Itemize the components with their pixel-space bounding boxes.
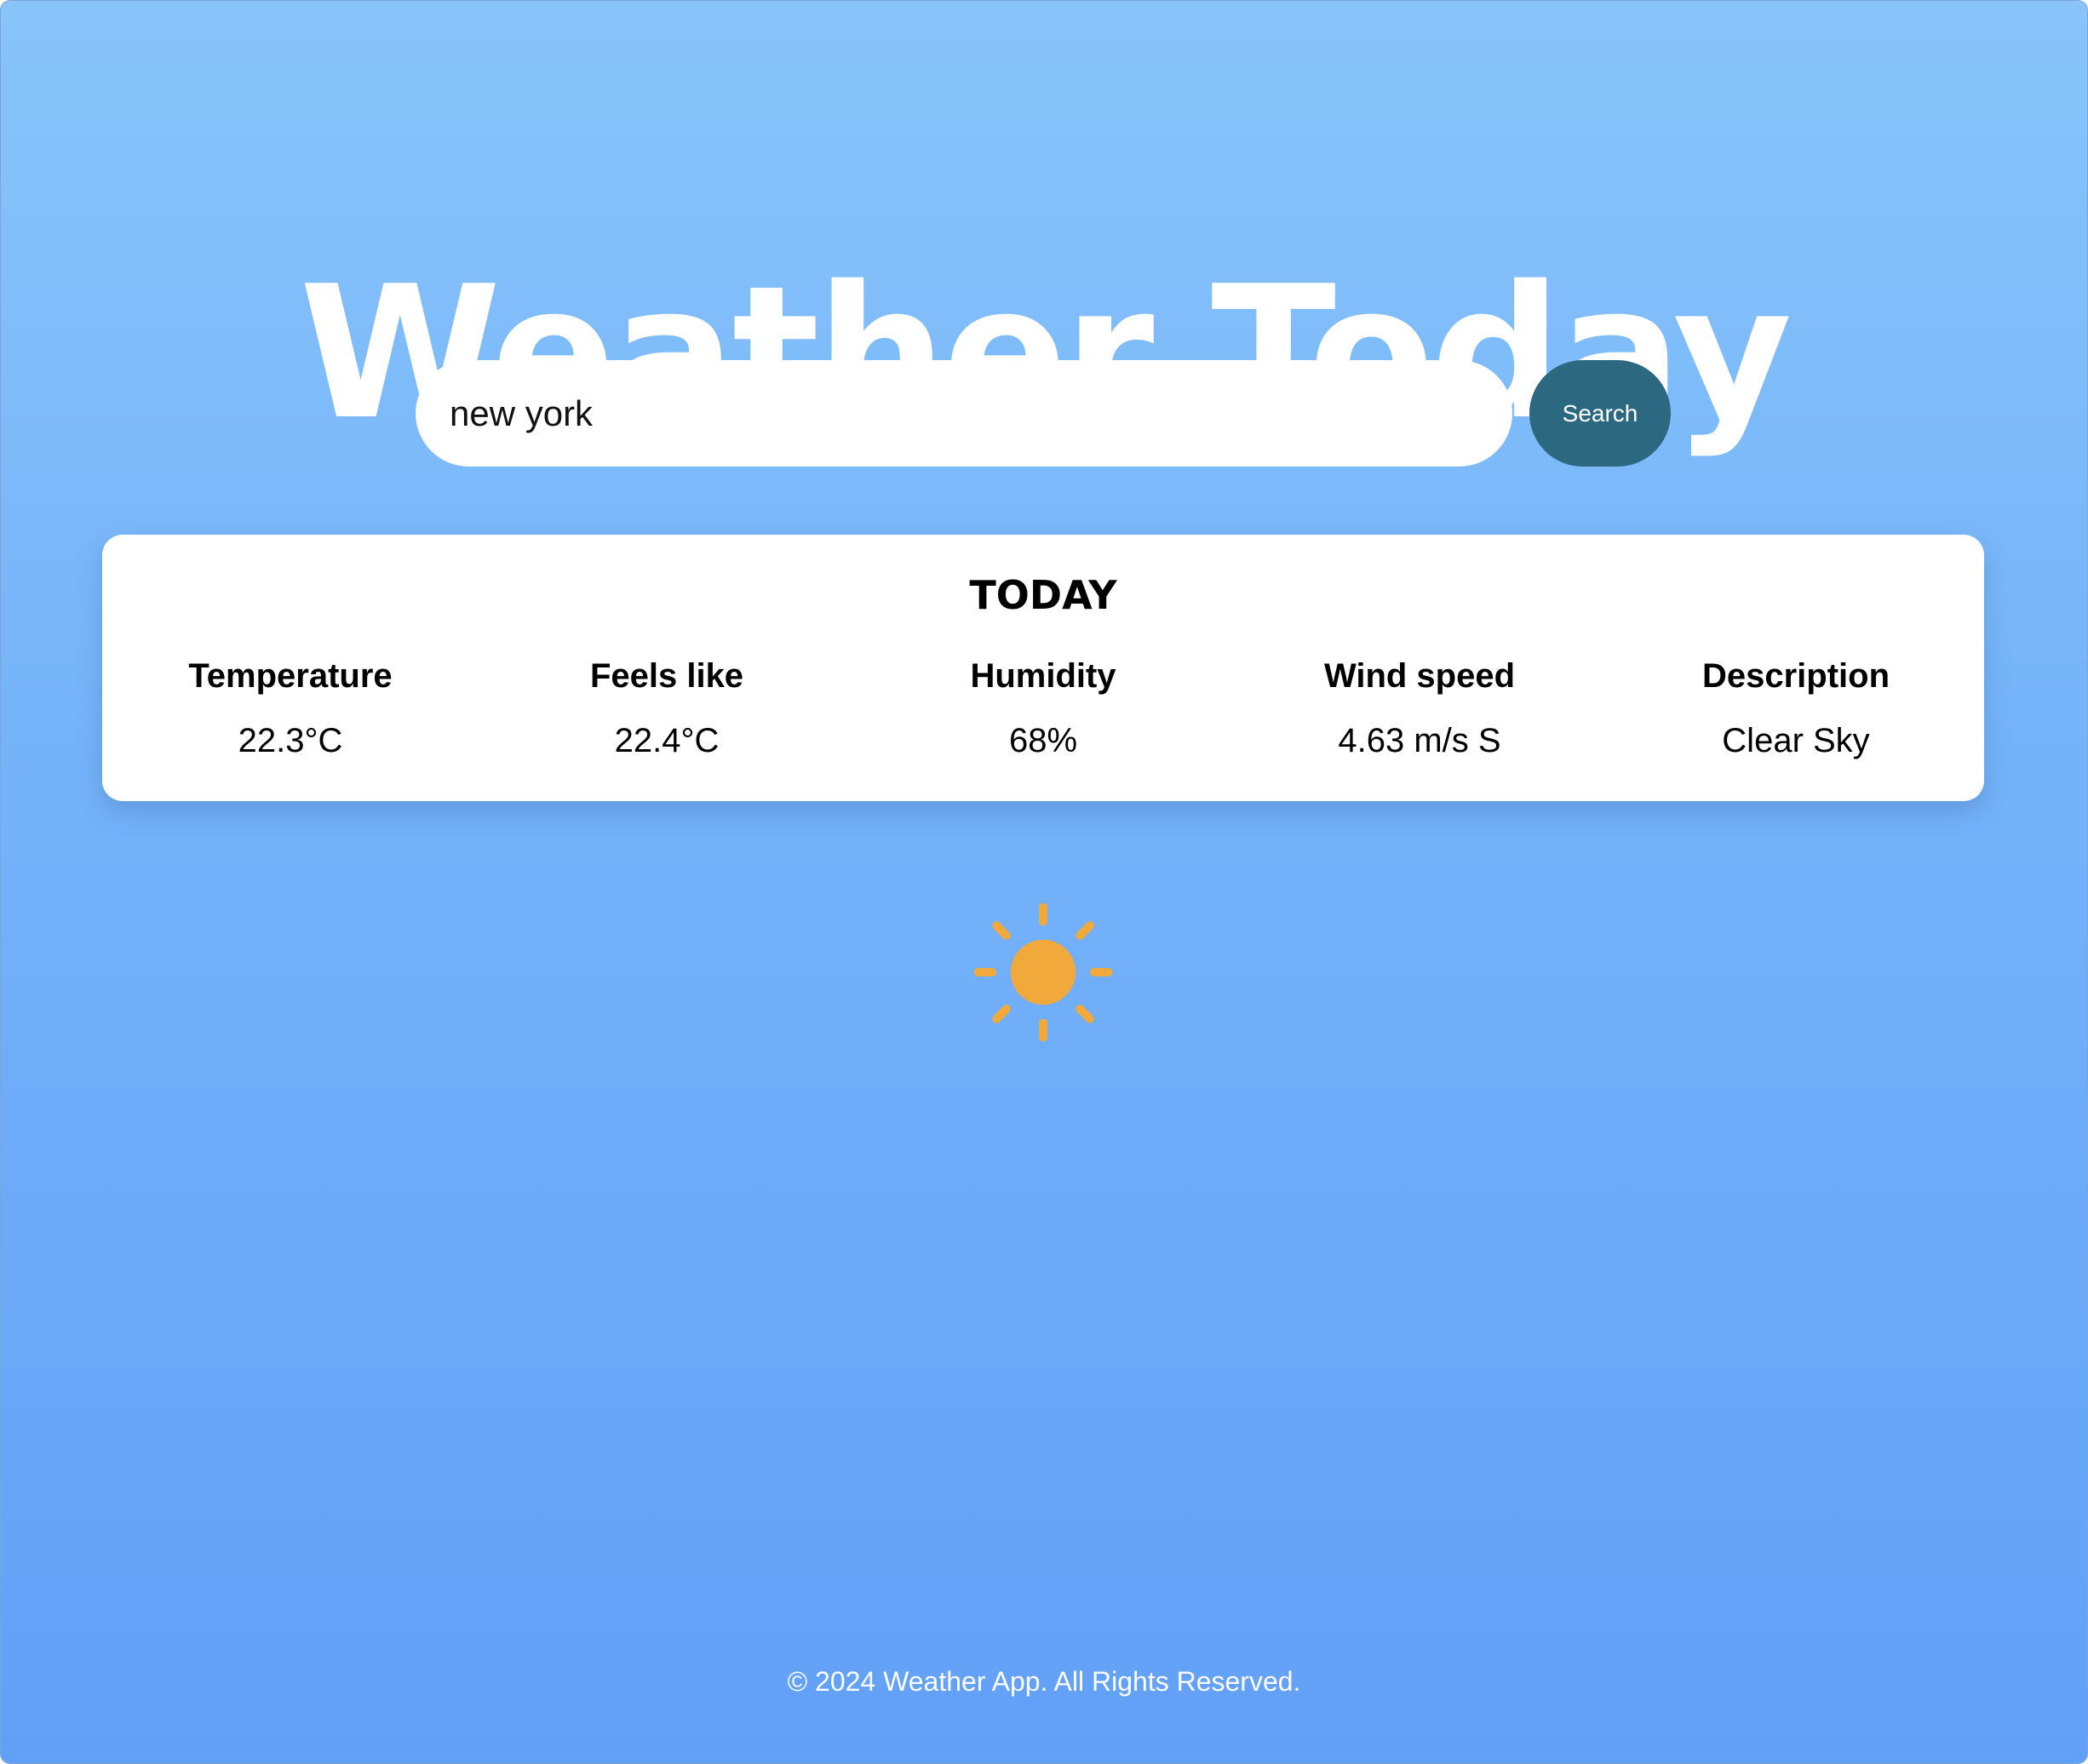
today-card: TODAY Temperature 22.3°C Feels like 22.4… <box>102 535 1984 801</box>
metric-value: 68% <box>1008 722 1078 759</box>
footer-copyright: © 2024 Weather App. All Rights Reserved. <box>787 1666 1301 1697</box>
metric-label: Wind speed <box>1323 657 1516 695</box>
metric-wind-speed: Wind speed 4.63 m/s S <box>1231 654 1608 763</box>
metric-label: Feels like <box>589 657 744 695</box>
search-button[interactable]: Search <box>1529 360 1671 467</box>
weather-app: Weather Today Search TODAY Temperature 2… <box>0 0 2088 1764</box>
metric-description: Description Clear Sky <box>1608 654 1984 763</box>
search-input[interactable] <box>416 360 1512 467</box>
metric-feels-like: Feels like 22.4°C <box>479 654 855 763</box>
metric-humidity: Humidity 68% <box>855 654 1231 763</box>
metric-value: Clear Sky <box>1722 722 1870 759</box>
metrics-row: Temperature 22.3°C Feels like 22.4°C Hum… <box>102 654 1984 763</box>
metric-temperature: Temperature 22.3°C <box>102 654 479 763</box>
metric-value: 22.4°C <box>614 722 720 759</box>
today-heading: TODAY <box>969 572 1117 618</box>
metric-value: 4.63 m/s S <box>1338 722 1501 759</box>
metric-label: Temperature <box>188 657 393 695</box>
metric-value: 22.3°C <box>238 722 343 759</box>
sun-icon <box>973 902 1113 1042</box>
metric-label: Humidity <box>970 657 1116 695</box>
metric-label: Description <box>1701 657 1890 695</box>
